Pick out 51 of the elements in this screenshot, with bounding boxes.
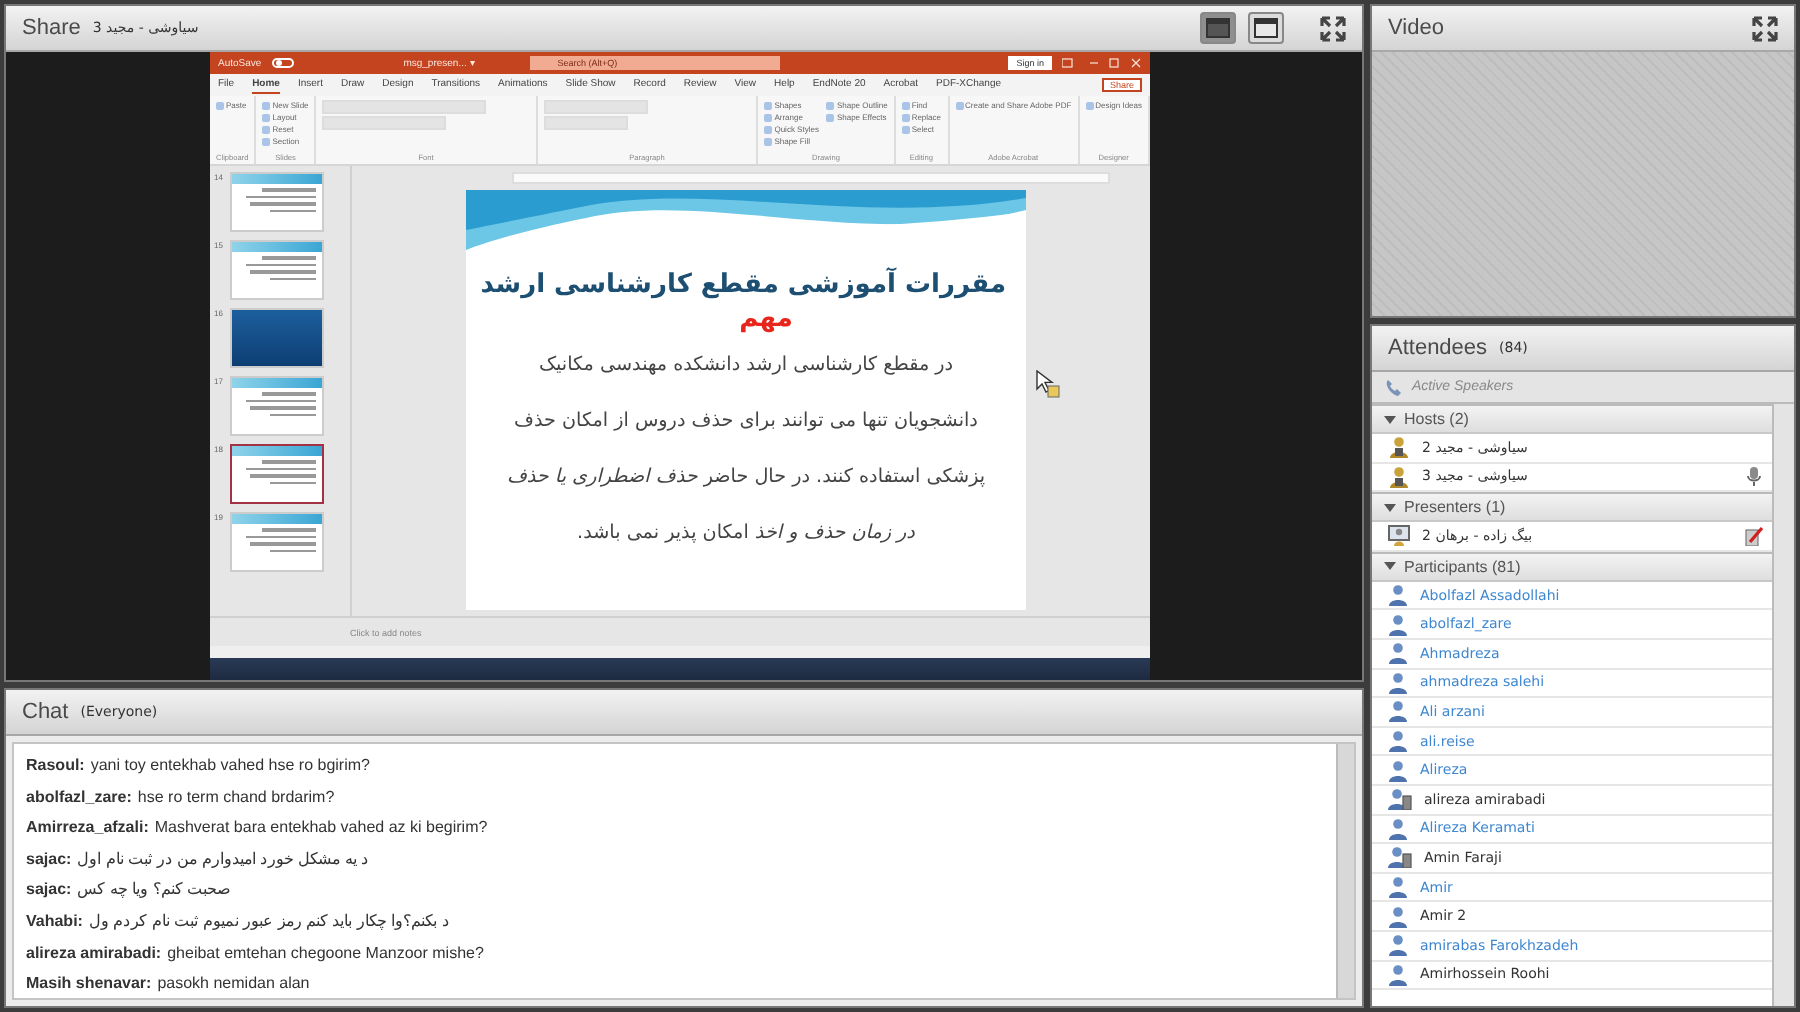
user-device-icon xyxy=(1388,846,1412,869)
scrollbar[interactable] xyxy=(1336,744,1354,998)
section-header[interactable]: Hosts (2) xyxy=(1372,404,1772,434)
chat-message: Amirreza_afzali: Mashverat bara entekhab vahed az ki begirim? xyxy=(26,818,490,839)
user-icon xyxy=(1388,934,1408,957)
chat-message: Masih shenavar: pasokh nemidan alan xyxy=(26,974,312,995)
pod-title: Share xyxy=(22,16,81,40)
pod-title: Chat xyxy=(22,700,69,724)
user-lock-icon xyxy=(1388,465,1410,488)
section-header[interactable]: Participants (81) xyxy=(1372,551,1772,582)
user-icon xyxy=(1388,876,1408,899)
pod-title: Video xyxy=(1388,16,1444,40)
presenter-icon xyxy=(1388,524,1410,547)
user-device-icon xyxy=(1388,788,1412,811)
font-field[interactable] xyxy=(543,100,648,114)
scrollbar[interactable] xyxy=(1772,404,1794,1006)
caret-icon xyxy=(1384,560,1396,573)
user-icon xyxy=(1388,613,1408,636)
autosave-toggle[interactable] xyxy=(271,58,294,68)
user-icon xyxy=(1388,642,1408,665)
chat-message: alireza amirabadi: gheibat emtehan chegoone Manzoor mishe? xyxy=(26,943,486,964)
slide-thumbnail[interactable] xyxy=(230,444,324,504)
pod-title: Attendees xyxy=(1388,336,1488,360)
user-icon xyxy=(1388,963,1408,986)
microphone-icon xyxy=(1744,466,1764,487)
chat-message: Rasoul: yani toy entekhab vahed hse ro bgirim? xyxy=(26,756,372,776)
pencil-icon xyxy=(1744,525,1764,546)
chat-message: abolfazl_zare: hse ro term chand brdarim? xyxy=(26,787,337,808)
section-header[interactable]: Presenters (1) xyxy=(1372,492,1772,523)
slide-body: در مقطع کارشناسی ارشد دانشکده مهندسی مکانیک دانشجویان تنها می توانند برای حذف دروس از امکان حذف پزشکی استفاده کنند. در حال حاضر حذف اضطراری یا حذف در زمان حذف و اخذ امکان پذیر نمی باشد. xyxy=(504,352,988,548)
layout-button[interactable] xyxy=(1248,12,1284,44)
user-icon xyxy=(1388,700,1408,723)
caret-icon xyxy=(1384,501,1396,514)
cursor-icon xyxy=(1036,370,1060,398)
caret-icon xyxy=(1384,413,1396,425)
user-icon xyxy=(1388,759,1408,782)
user-icon xyxy=(1388,584,1408,607)
user-icon xyxy=(1388,817,1408,840)
format-field[interactable] xyxy=(322,116,447,130)
font-field[interactable] xyxy=(322,100,487,114)
user-icon xyxy=(1388,671,1408,694)
slide-title: مقررات آموزشی مقطع کارشناسی ارشد xyxy=(480,270,1006,300)
window-controls-icon[interactable] xyxy=(1062,58,1142,68)
fullscreen-icon[interactable] xyxy=(1752,15,1778,41)
format-field[interactable] xyxy=(543,116,628,130)
slide-label: مهم xyxy=(739,304,793,334)
user-icon xyxy=(1388,905,1408,928)
fullscreen-icon[interactable] xyxy=(1320,15,1346,41)
user-lock-icon xyxy=(1388,436,1410,459)
user-icon xyxy=(1388,730,1408,753)
phone-icon xyxy=(1384,377,1404,397)
